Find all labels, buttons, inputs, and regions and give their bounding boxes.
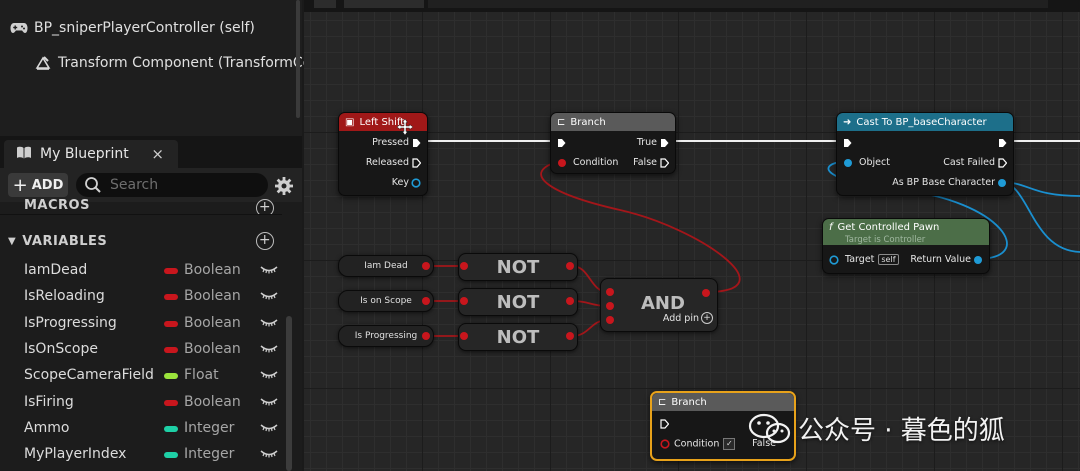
cast-failed-pin-label: Cast Failed bbox=[943, 157, 995, 168]
as-character-pin-label: As BP Base Character bbox=[892, 177, 995, 188]
cast-icon: ➜ bbox=[843, 116, 852, 128]
function-icon: f bbox=[829, 222, 833, 233]
branch-header: ⊏ Branch bbox=[551, 113, 675, 131]
and-node[interactable]: AND Add pin + bbox=[600, 278, 718, 332]
object-pin-icon[interactable] bbox=[973, 255, 983, 265]
false-pin-label: False bbox=[633, 157, 657, 168]
self-box[interactable]: self bbox=[878, 254, 899, 265]
and-label: AND bbox=[641, 293, 685, 314]
exec-out-pin-icon[interactable] bbox=[412, 158, 421, 168]
exec-out-pin-icon[interactable] bbox=[412, 138, 421, 148]
left-shift-header: ▣ Left Shift bbox=[339, 113, 427, 131]
exec-out-pin-icon[interactable] bbox=[660, 158, 669, 168]
true-pin-label: True bbox=[636, 137, 657, 148]
cast-node[interactable]: ➜ Cast To BP_baseCharacter Object Cast F… bbox=[836, 112, 1014, 196]
cast-title: Cast To BP_baseCharacter bbox=[856, 116, 987, 128]
branch-node[interactable]: ⊏ Branch True Condition False bbox=[550, 112, 676, 174]
bool-pin-icon[interactable] bbox=[660, 439, 670, 449]
branch-title: Branch bbox=[570, 116, 606, 128]
getter-label: Is Progressing bbox=[354, 331, 418, 341]
keyboard-icon: ▣ bbox=[345, 116, 355, 128]
branch2-header: ⊏ Branch bbox=[652, 393, 794, 411]
object-pin-icon[interactable] bbox=[843, 158, 853, 168]
move-cursor-icon bbox=[397, 119, 413, 135]
object-pin-icon[interactable] bbox=[829, 255, 839, 265]
return-value-pin-label: Return Value bbox=[910, 254, 971, 265]
getter-label: Is on Scope bbox=[360, 296, 412, 306]
add-pin-label: Add pin bbox=[662, 313, 699, 324]
struct-pin-icon[interactable] bbox=[411, 178, 421, 188]
branch2-title: Branch bbox=[671, 396, 707, 408]
released-pin-label: Released bbox=[365, 157, 409, 168]
watermark-text: 公众号 · 暮色的狐 bbox=[798, 416, 1005, 446]
left-shift-node[interactable]: ▣ Left Shift Pressed Released Key bbox=[338, 112, 428, 196]
condition-checkbox[interactable]: ✓ bbox=[723, 438, 736, 450]
watermark: 公众号 · 暮色的狐 bbox=[748, 410, 1005, 447]
getter-label: Iam Dead bbox=[364, 261, 408, 271]
wechat-icon bbox=[748, 413, 792, 445]
target-label: Target bbox=[845, 254, 875, 265]
exec-in-pin-icon[interactable] bbox=[843, 138, 852, 148]
condition-pin-label: Condition bbox=[573, 157, 619, 168]
condition-pin-label: Condition ✓ bbox=[674, 438, 736, 450]
branch-icon: ⊏ bbox=[557, 116, 566, 128]
exec-out-pin-icon[interactable] bbox=[998, 158, 1007, 168]
add-pin-icon[interactable]: + bbox=[701, 312, 713, 324]
cast-header: ➜ Cast To BP_baseCharacter bbox=[837, 113, 1013, 131]
pressed-pin-label: Pressed bbox=[372, 137, 409, 148]
bool-pin-icon[interactable] bbox=[557, 158, 567, 168]
exec-in-pin-icon[interactable] bbox=[557, 138, 566, 148]
and-input-pins[interactable] bbox=[605, 287, 615, 327]
object-pin-icon[interactable] bbox=[997, 178, 1007, 188]
get-pawn-subtitle: Target is Controller bbox=[845, 235, 926, 245]
branch2-condition-label: Condition bbox=[674, 438, 720, 450]
getter-out-pins bbox=[422, 262, 430, 340]
branch-icon: ⊏ bbox=[658, 396, 667, 408]
and-output-pin[interactable] bbox=[701, 288, 711, 298]
not-node-pins bbox=[460, 262, 574, 340]
key-pin-label: Key bbox=[391, 177, 409, 188]
object-pin-label: Object bbox=[859, 157, 890, 168]
get-controlled-pawn-node[interactable]: f Get Controlled Pawn Target is Controll… bbox=[822, 218, 990, 274]
exec-in-pin-icon[interactable] bbox=[660, 419, 669, 429]
exec-out-pin-icon[interactable] bbox=[660, 138, 669, 148]
get-pawn-title: Get Controlled Pawn bbox=[837, 222, 940, 233]
target-pin-label: Target self bbox=[845, 254, 899, 265]
exec-out-pin-icon[interactable] bbox=[998, 138, 1007, 148]
